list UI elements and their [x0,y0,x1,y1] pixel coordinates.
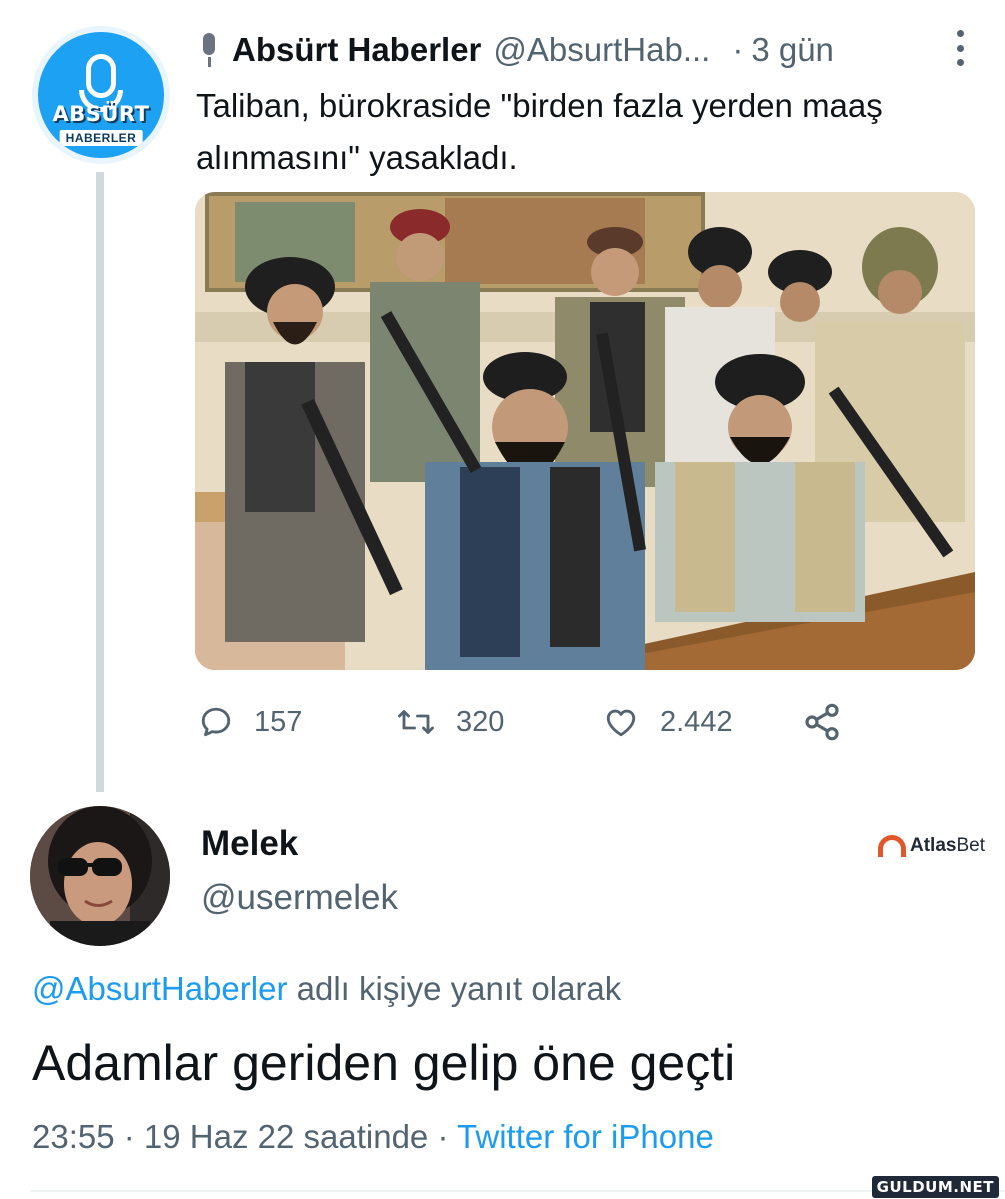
avatar-logo-bottom: HABERLER [59,130,143,146]
like-count: 2.442 [660,705,733,738]
atlasbet-logo-icon [878,835,906,857]
thread-connector-line [96,172,104,792]
heart-icon [606,709,636,737]
parent-tweet-time[interactable]: 3 gün [751,31,834,69]
brand-badge: Atlas Bet [878,832,985,860]
brand-part2: Bet [956,835,985,856]
parent-author-handle[interactable]: @AbsurtHab... [493,31,710,69]
time-separator: · [732,31,744,68]
tweet-source[interactable]: Twitter for iPhone [457,1118,714,1155]
meta-separator: · [437,1118,449,1155]
reply-count: 157 [254,705,303,738]
user-name[interactable]: Melek [201,824,298,864]
site-watermark: GULDUM.NET [871,1176,999,1198]
avatar-logo-top: ABSÜRT [52,102,150,126]
more-icon[interactable] [957,30,965,66]
tweet-actions: 157 320 2.442 [198,700,878,744]
like-button[interactable]: 2.442 [602,700,733,744]
parent-tweet-text: Taliban, bürokraside "birden fazla yerde… [196,87,883,176]
tweet-meta: 23:55 · 19 Haz 22 saatinde · Twitter for… [32,1118,714,1156]
reply-icon [201,707,231,737]
user-handle[interactable]: @usermelek [201,878,398,918]
retweet-button[interactable]: 320 [396,700,504,744]
user-avatar-photo [30,806,170,946]
divider [30,1190,1005,1192]
reply-to-mention[interactable]: @AbsurtHaberler [32,970,287,1007]
share-button[interactable] [802,700,862,744]
reply-tweet-text: Adamlar geriden gelip öne geçti [32,1035,736,1091]
reply-to-suffix: adlı kişiye yanıt olarak [296,970,622,1007]
reply-button[interactable]: 157 [198,700,302,744]
brand-part1: Atlas [910,835,957,856]
microphone-emoji-icon [200,33,218,67]
retweet-icon [398,710,434,734]
parent-tweet-header: Absürt Haberler @AbsurtHab... · 3 gün [200,28,985,72]
share-icon [805,703,839,741]
tweet-timestamp[interactable]: 23:55 · 19 Haz 22 saatinde [32,1118,428,1155]
reply-context: @AbsurtHaberler adlı kişiye yanıt olarak [32,970,621,1008]
parent-author-name[interactable]: Absürt Haberler [232,31,481,69]
user-avatar[interactable] [30,806,170,946]
tweet-photo[interactable] [195,192,975,670]
parent-avatar[interactable]: ABSÜRT HABERLER [32,26,170,164]
group-photo-image [195,192,975,670]
retweet-count: 320 [456,705,505,738]
